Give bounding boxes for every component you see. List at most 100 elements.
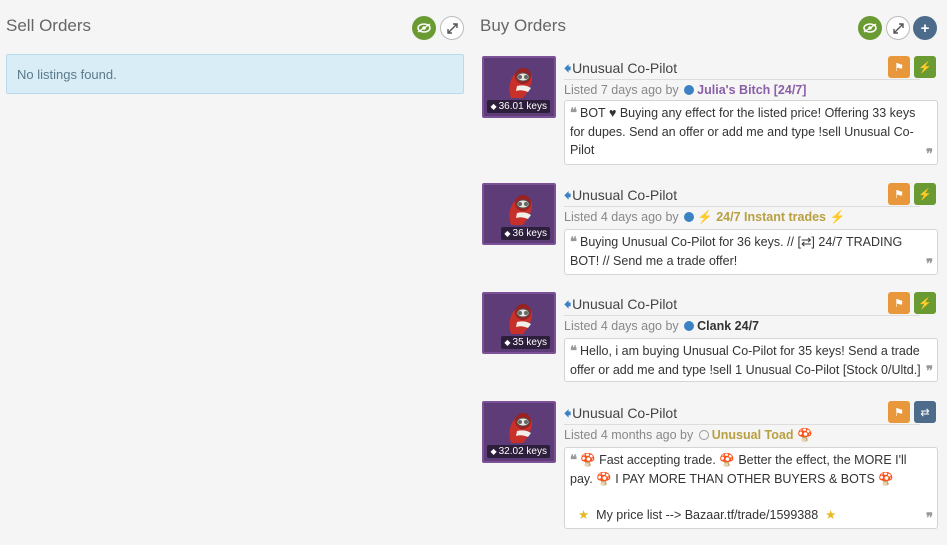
- price-tag: ◆ 36.01 keys: [487, 100, 550, 113]
- co-pilot-icon: [509, 304, 533, 334]
- trade-offer-button[interactable]: ⇄: [914, 401, 936, 423]
- quote-close-icon: ❞: [926, 364, 933, 379]
- report-button[interactable]: ⚑: [888, 292, 910, 314]
- message-text: I PAY MORE THAN OTHER BUYERS & BOTS: [615, 472, 875, 486]
- user-link[interactable]: Clank 24/7: [697, 319, 759, 333]
- user-link[interactable]: Unusual Toad: [712, 428, 794, 442]
- listing-meta: Listed 4 months ago by Unusual Toad 🍄: [564, 424, 920, 443]
- item-image[interactable]: ◆ 36 keys: [482, 183, 556, 245]
- listing-meta: Listed 4 days ago by ⚡ 24/7 Instant trad…: [564, 206, 920, 225]
- listing: ◆ 35 keys 🠸Unusual Co-Pilot ⚑ ⚡ Listed 4 …: [482, 292, 942, 384]
- flag-icon: ⚑: [894, 297, 904, 310]
- buy-visibility-button[interactable]: [858, 16, 882, 40]
- listing: ◆ 32.02 keys 🠸Unusual Co-Pilot ⚑ ⇄ Listed…: [482, 401, 942, 529]
- quote-close-icon: ❞: [926, 147, 933, 162]
- offline-status-icon: [698, 430, 709, 440]
- message-text: BOT ♥ Buying any effect for the listed p…: [570, 106, 916, 157]
- listed-time: Listed 7 days ago by: [564, 83, 679, 97]
- item-image[interactable]: ◆ 32.02 keys: [482, 401, 556, 463]
- sell-orders-title: Sell Orders: [6, 16, 92, 35]
- buy-orders-title: Buy Orders: [480, 16, 566, 35]
- report-button[interactable]: ⚑: [888, 183, 910, 205]
- price-tag: ◆ 35 keys: [501, 336, 550, 349]
- bolt-icon: ⚡: [918, 61, 932, 74]
- swap-glyph-icon: ⇄: [800, 235, 812, 249]
- price-tag: ◆ 32.02 keys: [487, 445, 550, 458]
- flag-icon: ⚑: [894, 406, 904, 419]
- price-label: 32.02 keys: [498, 446, 547, 457]
- tag-icon: ◆: [490, 102, 497, 111]
- item-image[interactable]: ◆ 35 keys: [482, 292, 556, 354]
- mushroom-icon: 🍄: [719, 453, 735, 467]
- listed-time: Listed 4 months ago by: [564, 428, 694, 442]
- online-status-icon: [684, 85, 695, 95]
- add-buy-order-button[interactable]: +: [913, 16, 937, 40]
- quote-open-icon: ❝: [570, 344, 577, 359]
- message-text: Hello, i am buying Unusual Co-Pilot for …: [570, 344, 921, 377]
- listing: ◆ 36.01 keys 🠸Unusual Co-Pilot ⚑ ⚡ Listed…: [482, 56, 942, 166]
- listed-time: Listed 4 days ago by: [564, 319, 679, 333]
- report-button[interactable]: ⚑: [888, 56, 910, 78]
- listing-message: ❝ Hello, i am buying Unusual Co-Pilot for…: [564, 338, 938, 382]
- item-name-label: Unusual Co-Pilot: [572, 60, 678, 76]
- quote-close-icon: ❞: [926, 257, 933, 272]
- tag-icon: ◆: [490, 447, 497, 456]
- listing: ◆ 36 keys 🠸Unusual Co-Pilot ⚑ ⚡ Listed 4 …: [482, 183, 942, 275]
- message-paragraph: ❝ 🍄 Fast accepting trade. 🍄 Better the ef…: [570, 451, 931, 488]
- mushroom-icon: 🍄: [796, 428, 813, 442]
- sell-visibility-button[interactable]: [412, 16, 436, 40]
- lightning-icon: ⚡: [829, 210, 846, 224]
- item-name-label: Unusual Co-Pilot: [572, 405, 678, 421]
- eye-icon: [863, 23, 877, 33]
- eye-icon: [417, 23, 431, 33]
- listing-message: ❝ BOT ♥ Buying any effect for the listed …: [564, 100, 938, 165]
- mushroom-icon: 🍄: [596, 472, 612, 486]
- star-icon: ★: [578, 508, 590, 522]
- listing-meta: Listed 7 days ago by Julia's Bitch [24/7…: [564, 79, 920, 97]
- quote-open-icon: ❝: [570, 453, 577, 468]
- co-pilot-icon: [509, 413, 533, 443]
- arrow-left-icon: 🠸: [564, 60, 572, 76]
- bolt-icon: ⚡: [918, 297, 932, 310]
- co-pilot-icon: [509, 195, 533, 225]
- listing-message: ❝ Buying Unusual Co-Pilot for 36 keys. //…: [564, 229, 938, 275]
- item-name-label: Unusual Co-Pilot: [572, 296, 678, 312]
- price-list-text: My price list --> Bazaar.tf/trade/159938…: [596, 508, 819, 522]
- co-pilot-icon: [509, 68, 533, 98]
- online-status-icon: [684, 321, 695, 331]
- flag-icon: ⚑: [894, 188, 904, 201]
- item-name-label: Unusual Co-Pilot: [572, 187, 678, 203]
- arrow-left-icon: 🠸: [564, 405, 572, 421]
- instant-trade-button[interactable]: ⚡: [914, 56, 936, 78]
- arrow-left-icon: 🠸: [564, 187, 572, 203]
- item-image[interactable]: ◆ 36.01 keys: [482, 56, 556, 118]
- star-icon: ★: [825, 508, 837, 522]
- lightning-icon: ⚡: [697, 210, 713, 224]
- quote-open-icon: ❝: [570, 235, 577, 250]
- message-paragraph: ★ My price list --> Bazaar.tf/trade/1599…: [570, 506, 931, 524]
- tag-icon: ◆: [504, 338, 511, 347]
- listing-message: ❝ 🍄 Fast accepting trade. 🍄 Better the ef…: [564, 447, 938, 529]
- report-button[interactable]: ⚑: [888, 401, 910, 423]
- quote-open-icon: ❝: [570, 106, 577, 121]
- listed-time: Listed 4 days ago by: [564, 210, 679, 224]
- user-link[interactable]: 24/7 Instant trades: [716, 210, 826, 224]
- message-text: Fast accepting trade.: [599, 453, 716, 467]
- online-status-icon: [684, 212, 695, 222]
- buy-expand-button[interactable]: [886, 16, 910, 40]
- arrow-left-icon: 🠸: [564, 296, 572, 312]
- instant-trade-button[interactable]: ⚡: [914, 183, 936, 205]
- user-link[interactable]: Julia's Bitch [24/7]: [697, 83, 806, 97]
- expand-icon: [892, 22, 904, 34]
- expand-icon: [446, 22, 458, 34]
- price-tag: ◆ 36 keys: [501, 227, 550, 240]
- instant-trade-button[interactable]: ⚡: [914, 292, 936, 314]
- sell-expand-button[interactable]: [440, 16, 464, 40]
- swap-icon: ⇄: [920, 406, 930, 419]
- flag-icon: ⚑: [894, 61, 904, 74]
- mushroom-icon: 🍄: [878, 472, 894, 486]
- plus-icon: +: [920, 19, 930, 37]
- listing-meta: Listed 4 days ago by Clank 24/7: [564, 315, 920, 333]
- price-label: 36.01 keys: [498, 101, 547, 112]
- no-listings-notice: No listings found.: [6, 54, 464, 94]
